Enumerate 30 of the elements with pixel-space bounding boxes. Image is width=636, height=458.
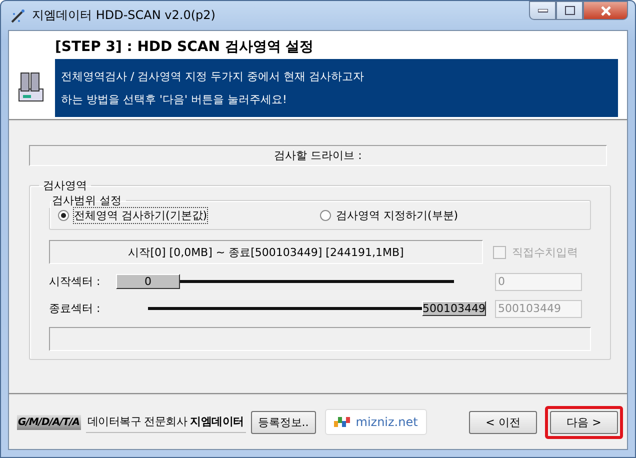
slider-thumb[interactable]: 0 [116,274,180,289]
sector-slider[interactable]: 0 [116,273,486,290]
company-logo: G/M/D/A/T/A [17,414,81,430]
sector-slider[interactable]: 500103449 [116,300,486,317]
radio-option[interactable]: 검사영역 지정하기(부분) [320,208,582,223]
group-title: 검사영역 [42,178,88,193]
website-badge[interactable]: mizniz.net [324,409,427,435]
registration-info-button[interactable]: 등록정보.. [250,410,316,434]
slider-thumb[interactable]: 500103449 [422,301,486,316]
radio-option[interactable]: 전체영역 검사하기(기본값) [58,208,320,223]
minimize-icon [538,8,548,12]
instruction-text: 하는 방법을 선택후 '다음' 버튼을 눌러주세요! [61,92,288,107]
close-icon [600,6,612,16]
step-title: [STEP 3] : HDD SCAN 검사영역 설정 [55,38,315,56]
window-title: 지엠데이터 HDD-SCAN v2.0(p2) [32,7,216,24]
close-button[interactable] [583,1,628,20]
bars-icon [334,417,350,427]
drive-label: 검사할 드라이브 : [29,145,607,166]
group-title: 검사범위 설정 [51,193,122,208]
range-info: 시작[0] [0,0MB] ~ 종료[500103449] [244191,1MB] [49,240,483,264]
company-text: 데이터복구 전문회사 지엠데이터 [86,411,246,433]
minimize-button[interactable] [529,1,556,20]
nav-button[interactable]: < 이전 [469,410,537,434]
maximize-icon [564,6,574,15]
sector-label: 시작섹터 : [49,274,102,289]
instruction-text: 전체영역검사 / 검사영역 지정 두가지 중에서 현재 검사하고자 [61,69,366,84]
wand-icon [10,8,26,24]
sector-label: 종료섹터 : [49,301,102,316]
nav-button[interactable]: 다음 > [550,410,618,434]
maximize-button[interactable] [556,1,583,20]
